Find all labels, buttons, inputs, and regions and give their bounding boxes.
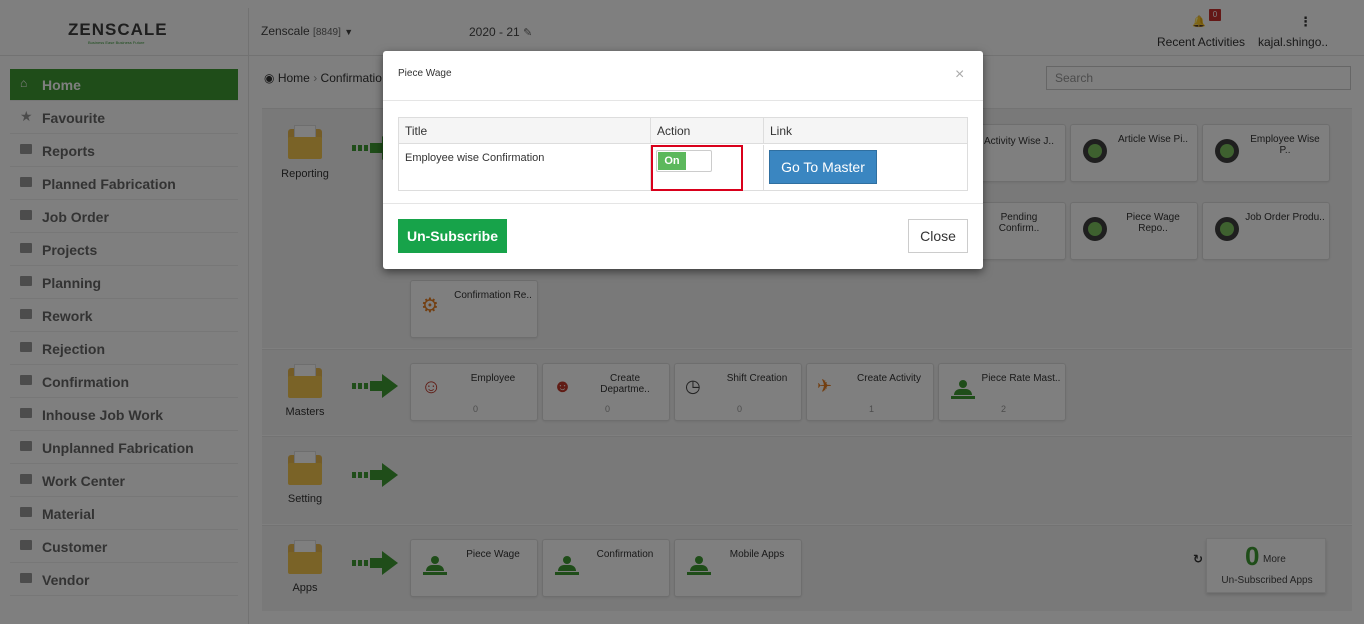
column-header-link: Link: [764, 118, 967, 144]
column-header-action: Action: [651, 118, 764, 144]
close-icon[interactable]: ×: [955, 66, 964, 84]
modal-title: Piece Wage: [398, 68, 452, 79]
go-to-master-button[interactable]: Go To Master: [769, 150, 877, 184]
divider: [383, 203, 983, 204]
divider: [383, 100, 983, 101]
close-button[interactable]: Close: [908, 219, 968, 253]
unsubscribe-button[interactable]: Un-Subscribe: [398, 219, 507, 253]
row-title: Employee wise Confirmation: [399, 145, 651, 191]
piece-wage-modal: Piece Wage × Title Action Link Employee …: [383, 51, 983, 269]
column-header-title: Title: [399, 118, 651, 144]
highlight-box: [651, 145, 743, 191]
